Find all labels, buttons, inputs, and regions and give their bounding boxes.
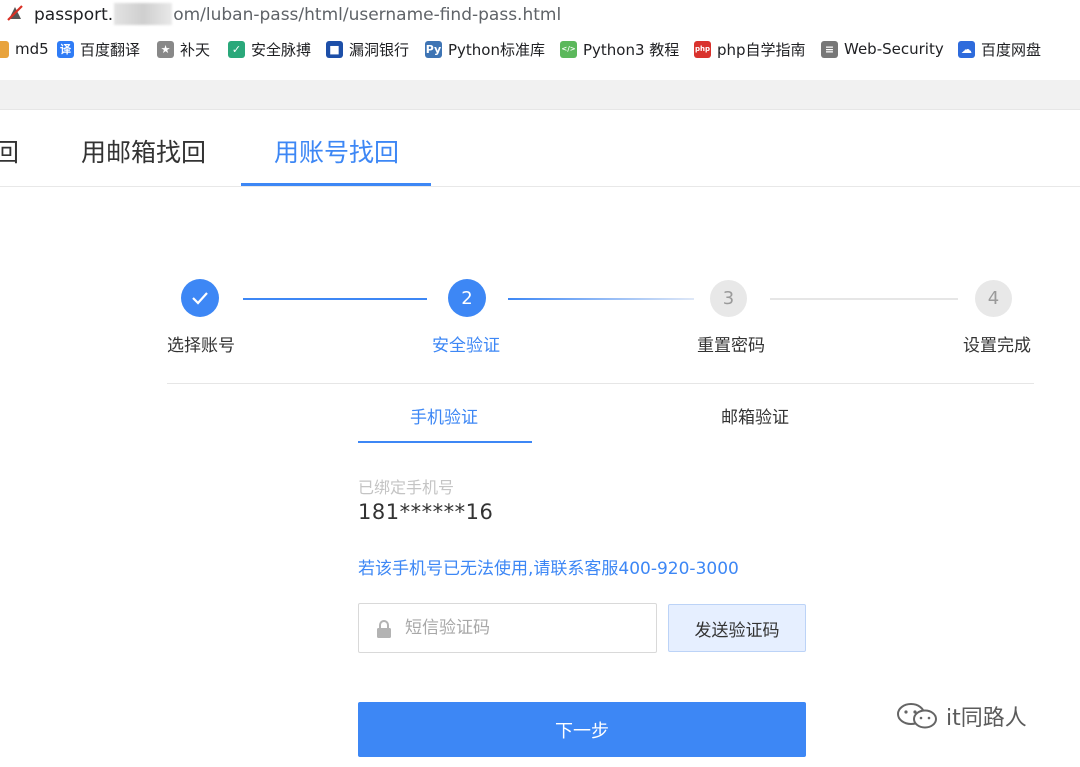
tab-email-verify[interactable]: 邮箱验证 bbox=[721, 403, 789, 428]
bookmark-item[interactable]: Py Python标准库 bbox=[425, 38, 545, 60]
bookmark-item[interactable]: ★ 补天 bbox=[157, 38, 210, 60]
sms-code-input[interactable] bbox=[405, 604, 650, 652]
section-divider bbox=[167, 383, 1034, 384]
code-icon: </> bbox=[560, 40, 577, 58]
tab-find-by-email[interactable]: 用邮箱找回 bbox=[81, 133, 206, 169]
bookmark-item[interactable]: php php自学指南 bbox=[694, 38, 806, 60]
insecure-site-icon bbox=[7, 5, 23, 21]
contact-support-link[interactable]: 若该手机号已无法使用,请联系客服400-920-3000 bbox=[358, 554, 739, 579]
bookmark-icon bbox=[0, 40, 9, 58]
bookmark-item[interactable]: 译百度翻译 bbox=[57, 38, 140, 60]
url-path: om/luban-pass/html/username-find-pass.ht… bbox=[173, 5, 562, 25]
bookmark-item[interactable]: </> Python3 教程 bbox=[560, 38, 679, 60]
step-line-3 bbox=[770, 298, 958, 300]
bookmark-item[interactable]: ≡ Web-Security bbox=[821, 38, 944, 60]
bookmark-label: Web-Security bbox=[844, 40, 944, 58]
watermark: it同路人 bbox=[896, 700, 1027, 732]
sms-code-field[interactable] bbox=[358, 603, 657, 653]
step-2-label: 安全验证 bbox=[432, 336, 500, 356]
lock-icon bbox=[377, 620, 391, 638]
step-line-2 bbox=[508, 298, 694, 300]
send-code-button[interactable]: 发送验证码 bbox=[668, 604, 806, 652]
url-text[interactable]: passport. om/luban-pass/html/username-fin… bbox=[34, 3, 561, 25]
redacted-blur bbox=[114, 3, 173, 25]
tab-find-by-account[interactable]: 用账号找回 bbox=[274, 133, 399, 169]
step-1-label: 选择账号 bbox=[167, 336, 235, 356]
bookmark-item[interactable]: md5 bbox=[0, 38, 49, 60]
watermark-text: it同路人 bbox=[946, 706, 1027, 731]
doc-icon: ≡ bbox=[821, 40, 838, 58]
bookmark-item[interactable]: ✓ 安全脉搏 bbox=[228, 38, 311, 60]
bookmark-item[interactable]: ☁ 百度网盘 bbox=[958, 38, 1041, 60]
cloud-icon: ☁ bbox=[958, 40, 975, 58]
step-2-circle: 2 bbox=[448, 279, 486, 317]
page-header-strip bbox=[0, 80, 1080, 110]
step-1-check-icon bbox=[181, 279, 219, 317]
bookmark-label: 百度网盘 bbox=[981, 40, 1042, 59]
step-3-label: 重置密码 bbox=[697, 336, 765, 356]
find-method-tabs: 回 用邮箱找回 用账号找回 bbox=[0, 111, 1080, 187]
next-step-button[interactable]: 下一步 bbox=[358, 702, 806, 757]
bookmark-label: 漏洞银行 bbox=[349, 40, 410, 59]
translate-icon: 译 bbox=[57, 40, 74, 58]
php-icon: php bbox=[694, 40, 711, 58]
wechat-icon bbox=[897, 703, 937, 729]
bookmark-label: md5 bbox=[15, 40, 49, 58]
step-4-label: 设置完成 bbox=[963, 336, 1031, 356]
bookmark-label: 百度翻译 bbox=[80, 40, 141, 59]
tab-phone-verify[interactable]: 手机验证 bbox=[410, 403, 478, 428]
bookmarks-bar: md5 译百度翻译 ★ 补天 ✓ 安全脉搏 ■ 漏洞银行 Py Python标准库 </> Pytho… bbox=[0, 34, 1080, 64]
active-tab-indicator bbox=[241, 183, 431, 186]
step-line-1 bbox=[243, 298, 427, 300]
check-icon bbox=[192, 292, 208, 305]
bookmark-label: 补天 bbox=[180, 40, 211, 59]
bound-phone-label: 已绑定手机号 bbox=[358, 478, 455, 497]
star-icon: ★ bbox=[157, 40, 174, 58]
bound-phone-number: 181******16 bbox=[358, 500, 494, 524]
step-4-circle: 4 bbox=[975, 280, 1012, 317]
bookmark-item[interactable]: ■ 漏洞银行 bbox=[326, 38, 409, 60]
bookmark-label: Python标准库 bbox=[448, 40, 545, 59]
step-3-circle: 3 bbox=[710, 280, 747, 317]
url-host: passport. bbox=[34, 5, 114, 25]
address-bar[interactable]: passport. om/luban-pass/html/username-fin… bbox=[0, 0, 1080, 30]
python-icon: Py bbox=[425, 40, 442, 58]
shield-icon: ✓ bbox=[228, 40, 245, 58]
verify-tab-indicator bbox=[358, 441, 532, 443]
bank-icon: ■ bbox=[326, 40, 343, 58]
bookmark-label: Python3 教程 bbox=[583, 40, 680, 59]
bookmark-label: php自学指南 bbox=[717, 40, 806, 59]
bookmark-label: 安全脉搏 bbox=[251, 40, 312, 59]
tab-partial[interactable]: 回 bbox=[0, 133, 19, 169]
